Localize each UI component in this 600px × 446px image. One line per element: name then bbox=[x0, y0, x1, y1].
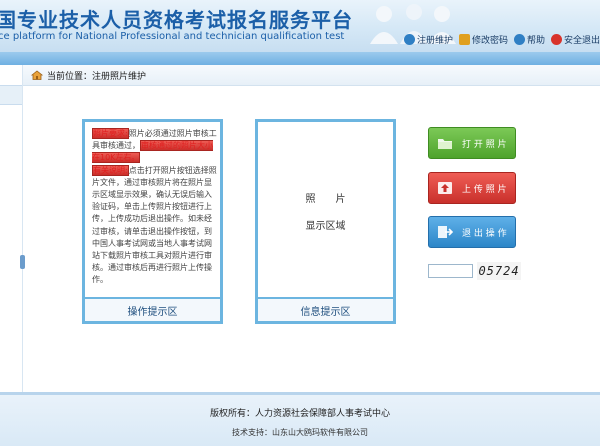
sidebar-collapse-handle[interactable] bbox=[20, 255, 25, 269]
copyright-text: 版权所有：人力资源社会保障部人事考试中心 bbox=[209, 409, 390, 419]
captcha-input[interactable] bbox=[428, 264, 473, 278]
nav-register-maintain[interactable]: 注册维护 bbox=[403, 33, 453, 46]
top-nav: 注册维护 修改密码 帮助 安全退出 bbox=[403, 33, 600, 46]
sidebar-band bbox=[0, 85, 22, 105]
nav-label: 帮助 bbox=[526, 36, 545, 46]
instructions-label: 有关说明: bbox=[92, 164, 129, 176]
power-icon bbox=[550, 34, 562, 45]
instructions-text: 点击打开照片按钮选择照片文件，通过审核照片将在照片显示区域显示效果，确认无误后输… bbox=[92, 165, 217, 285]
upload-icon bbox=[438, 182, 452, 194]
folder-icon bbox=[438, 139, 452, 149]
home-icon bbox=[31, 70, 43, 80]
photo-area-label-2: 显示区域 bbox=[305, 221, 346, 232]
photo-requirement-label: 照片要求: bbox=[92, 128, 129, 139]
exit-icon bbox=[438, 226, 454, 238]
nav-label: 注册维护 bbox=[416, 36, 453, 46]
operation-guide-footer: 操作提示区 bbox=[85, 297, 220, 321]
operation-guide-panel: 照片要求:照片必须通过照片审核工具审核通过，审核通过的照片大小在10K左右。 有… bbox=[82, 119, 223, 324]
photo-display-panel: 照 片 显示区域 信息提示区 bbox=[255, 119, 396, 324]
exit-operation-label: 退 出 操 作 bbox=[462, 228, 507, 239]
captcha-image[interactable]: 05724 bbox=[477, 262, 521, 280]
globe-icon bbox=[403, 34, 415, 45]
open-photo-button[interactable]: 打 开 照 片 bbox=[428, 127, 516, 159]
nav-logout[interactable]: 安全退出 bbox=[550, 33, 600, 46]
upload-photo-button[interactable]: 上 传 照 片 bbox=[428, 172, 516, 204]
page-header: 国专业技术人员资格考试报名服务平台 ce platform for Nation… bbox=[0, 0, 600, 52]
exit-operation-button[interactable]: 退 出 操 作 bbox=[428, 216, 516, 248]
breadcrumb-current: 注册照片维护 bbox=[92, 71, 147, 82]
left-sidebar bbox=[0, 65, 25, 392]
page-footer: 版权所有：人力资源社会保障部人事考试中心 技术支持：山东山大鸥玛软件有限公司 bbox=[0, 392, 600, 446]
photo-display-area: 照 片 显示区域 bbox=[258, 190, 393, 232]
nav-help[interactable]: 帮助 bbox=[513, 33, 545, 46]
open-photo-label: 打 开 照 片 bbox=[462, 139, 507, 150]
site-subtitle: ce platform for National Professional an… bbox=[0, 31, 345, 42]
site-title: 国专业技术人员资格考试报名服务平台 bbox=[0, 8, 353, 32]
info-prompt-footer: 信息提示区 bbox=[258, 297, 393, 321]
nav-label: 安全退出 bbox=[563, 36, 600, 46]
photo-area-label-1: 照 片 bbox=[305, 194, 346, 205]
upload-photo-label: 上 传 照 片 bbox=[462, 184, 507, 195]
breadcrumb: 当前位置： 注册照片维护 bbox=[23, 65, 600, 86]
nav-change-password[interactable]: 修改密码 bbox=[458, 33, 508, 46]
tech-support-text: 技术支持：山东山大鸥玛软件有限公司 bbox=[232, 428, 368, 437]
header-divider-bar bbox=[0, 52, 600, 65]
nav-label: 修改密码 bbox=[471, 36, 508, 46]
lock-icon bbox=[458, 34, 470, 45]
help-icon bbox=[513, 34, 525, 45]
guide-text: 照片要求:照片必须通过照片审核工具审核通过，审核通过的照片大小在10K左右。 有… bbox=[92, 128, 218, 287]
breadcrumb-prefix: 当前位置： bbox=[47, 71, 93, 82]
